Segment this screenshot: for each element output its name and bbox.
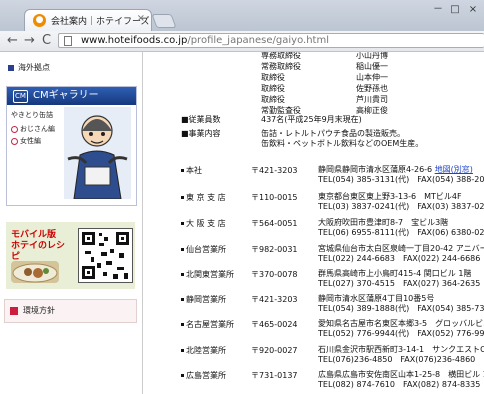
bullet-icon [8,64,14,71]
favicon-icon: ● [33,14,46,27]
mobile-recipe-banner[interactable]: モバイル版 ホテイのレシピ [6,222,135,289]
browser-toolbar: ← → C www.hoteifoods.co.jp/profile_japan… [0,31,484,52]
employees-value: 437名(平成25年9月末現在) [261,115,362,124]
office-name: 本社 [181,166,202,176]
office-name: 静岡営業所 [181,295,226,305]
reload-button[interactable]: C [42,34,51,48]
office-tel: TEL(052) 776-9944(代) FAX(052) 776-9945 [318,329,484,338]
office-name: 北関東営業所 [181,270,234,280]
officer-name: 小山丹博 [356,52,388,60]
tab-title: 会社案内｜ホテイフーズ [51,17,150,27]
tab-bar: ● 会社案内｜ホテイフーズ × － □ × [0,0,484,31]
page-content: 海外拠点 CM CMギャラリー やきとり缶詰 おじさん編 女性編 モバイル版 ホ… [0,52,484,394]
square-icon [10,307,18,315]
office-tel: TEL(054) 389-1888(代) FAX(054) 385-7388 [318,304,484,313]
food-image [11,261,59,283]
office-address: 石川県金沢市駅西新町3-14-1 サンクエストC号 [318,345,484,354]
minimize-button[interactable]: － [433,5,443,15]
sidebar: 海外拠点 CM CMギャラリー やきとり缶詰 おじさん編 女性編 モバイル版 ホ… [0,52,143,394]
environment-policy-label: 環境方針 [23,306,55,315]
browser-window: ● 会社案内｜ホテイフーズ × － □ × ← → C www.hoteifoo… [0,0,484,394]
office-name: 大 阪 支 店 [181,219,226,229]
officer-title: 取締役 [261,95,285,104]
office-address: 広島県広島市安佐南区山本1-25-8 横田ビル 1F [318,370,484,379]
cm-caption: やきとり缶詰 [11,111,53,119]
office-tel: TEL(027) 370-4515 FAX(027) 364-2635 [318,279,481,288]
url-text: www.hoteifoods.co.jp/profile_japanese/ga… [81,35,329,46]
cm-illustration[interactable] [64,107,131,199]
office-tel: TEL(022) 244-6683 FAX(022) 244-6686 [318,254,481,263]
officer-name: 山本伸一 [356,73,388,82]
circle-icon [11,125,18,133]
browser-tab[interactable]: ● 会社案内｜ホテイフーズ × [24,9,152,31]
officer-name: 稲山優一 [356,62,388,71]
officer-title: 専務取締役 [261,52,301,60]
back-button[interactable]: ← [7,34,18,48]
business-line-2: 缶飲料・ペットボトル飲料などのOEM生産。 [261,139,424,148]
cm-link-josei[interactable]: 女性編 [11,136,41,146]
officer-name: 高柳正俊 [356,106,388,115]
office-name: 北陸営業所 [181,346,226,356]
tab-close-icon[interactable]: × [137,13,145,24]
qr-code [78,228,133,283]
officer-title: 取締役 [261,73,285,82]
cm-gallery-banner[interactable]: CM CMギャラリー やきとり缶詰 おじさん編 女性編 [6,86,137,206]
cm-link-ojisan[interactable]: おじさん編 [11,124,55,134]
mobile-recipe-title: モバイル版 ホテイのレシピ [11,230,66,262]
officer-title: 常勤監査役 [261,106,301,115]
office-address: 愛知県名古屋市名東区本郷3-5 グロッバルビル [318,319,484,328]
sidebar-item-overseas[interactable]: 海外拠点 [8,62,50,73]
close-window-button[interactable]: × [468,5,478,15]
address-bar[interactable]: www.hoteifoods.co.jp/profile_japanese/ga… [58,33,484,48]
office-zip: 〒982-0031 [251,245,298,254]
office-tel: TEL(076)236-4850 FAX(076)236-4860 [318,355,476,364]
office-zip: 〒110-0015 [251,193,298,202]
new-tab-button[interactable] [151,14,177,28]
office-address: 大阪府吹田市豊津町8-7 宝ビル3階 [318,218,449,227]
office-tel: TEL(06) 6955-8111(代) FAX(06) 6380-0238 [318,228,484,237]
officer-title: 常務取締役 [261,62,301,71]
office-zip: 〒920-0027 [251,346,298,355]
page-icon [64,36,72,46]
office-name: 広島営業所 [181,371,226,381]
office-name: 名古屋営業所 [181,320,234,330]
cm-logo: CM [13,90,28,103]
maximize-button[interactable]: □ [450,5,460,15]
officer-name: 佐野孫也 [356,84,388,93]
officer-title: 取締役 [261,84,285,93]
office-address: 東京都台東区東上野3-13-6 MTビル4F [318,192,462,201]
cm-gallery-header[interactable]: CM CMギャラリー [7,87,136,105]
office-zip: 〒421-3203 [251,166,298,175]
cm-gallery-title: CMギャラリー [33,90,99,101]
company-profile: 専務取締役 小山丹博 常務取締役 稲山優一 取締役 山本伸一 取締役 佐野孫也 … [143,52,484,394]
office-tel: TEL(03) 3837-0241(代) FAX(03) 3837-0296 [318,202,484,211]
office-zip: 〒465-0024 [251,320,298,329]
office-address: 宮城県仙台市太白区泉崎一丁目20-42 アニバーサ [318,244,484,253]
office-address: 群馬県高崎市上小鳥町415-4 関口ビル 1階 [318,269,472,278]
office-name: 仙台営業所 [181,245,226,255]
environment-policy-link[interactable]: 環境方針 [4,299,137,323]
business-label: ■事業内容 [181,129,221,138]
officer-name: 芦川貴司 [356,95,388,104]
office-tel: TEL(054) 385-3131(代) FAX(054) 388-2081 [318,175,484,184]
office-zip: 〒731-0137 [251,371,298,380]
office-address: 静岡市清水区蒲原4丁目10番5号 [318,294,435,303]
map-link[interactable]: 地図(別窓) [435,165,473,174]
circle-icon [11,137,18,145]
office-zip: 〒370-0078 [251,270,298,279]
office-zip: 〒421-3203 [251,295,298,304]
office-tel: TEL(082) 874-7610 FAX(082) 874-8335 [318,380,481,389]
employees-label: ■従業員数 [181,115,221,124]
office-zip: 〒564-0051 [251,219,298,228]
office-name: 東 京 支 店 [181,193,226,203]
office-address: 静岡県静岡市清水区蒲原4-26-6 地図(別窓) [318,165,473,174]
forward-button[interactable]: → [24,34,35,48]
business-line-1: 缶詰・レトルトパウチ食品の製造販売。 [261,129,405,138]
